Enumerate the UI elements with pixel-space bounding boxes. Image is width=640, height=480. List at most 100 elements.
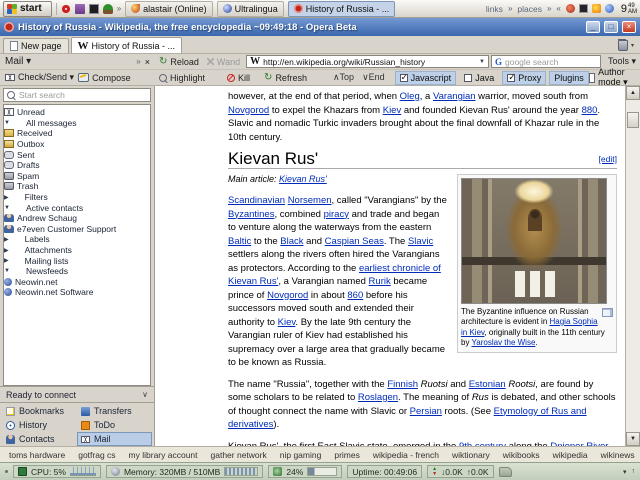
mail-tree-item[interactable]: e7even Customer Support — [4, 224, 150, 235]
mail-tree-item[interactable]: Trash — [4, 181, 150, 192]
address-bar[interactable]: W ▼ — [246, 55, 489, 68]
personal-bar-link[interactable]: gather network — [211, 450, 267, 460]
scroll-down-arrow[interactable]: ▼ — [626, 432, 640, 446]
task-button[interactable]: alastair (Online) — [125, 1, 213, 17]
wiki-link[interactable]: Caspian Seas — [325, 236, 384, 247]
wiki-link[interactable]: Finnish — [387, 379, 418, 390]
panel-button[interactable]: History — [2, 418, 77, 432]
minimize-button[interactable]: _ — [586, 21, 600, 33]
expand-collapse-icon[interactable]: ▶ — [4, 236, 9, 243]
closed-tabs-trash-button[interactable]: ▾ — [615, 40, 637, 53]
mail-tree-item[interactable]: ▼ Newsfeeds — [4, 266, 150, 277]
expand-collapse-icon[interactable]: ▶ — [4, 194, 9, 201]
personal-bar-link[interactable]: primes — [334, 450, 360, 460]
mail-tree-item[interactable]: Drafts — [4, 160, 150, 171]
maximize-button[interactable]: □ — [604, 21, 618, 33]
google-search-input[interactable] — [505, 57, 597, 67]
scrollbar-thumb[interactable] — [627, 112, 639, 128]
wiki-link[interactable]: Estonian — [469, 379, 506, 390]
wiki-link[interactable]: Novgorod — [228, 105, 269, 116]
wiki-link[interactable]: piracy — [324, 209, 349, 220]
mail-tree-item[interactable]: Neowin.net Software — [4, 287, 150, 298]
tab-new-page[interactable]: New page — [3, 38, 69, 53]
book-icon[interactable] — [75, 4, 85, 14]
mail-tree-item[interactable]: ▶ Labels — [4, 234, 150, 245]
preference-toggle[interactable]: Plugins — [549, 71, 589, 85]
chevron-icon[interactable]: » — [547, 4, 551, 13]
mail-search-box[interactable] — [3, 88, 151, 102]
personal-bar-link[interactable]: wikinews — [601, 450, 635, 460]
mail-tree-item[interactable]: ▶ Mailing lists — [4, 255, 150, 266]
personal-bar-link[interactable]: wikipedia — [553, 450, 588, 460]
preference-toggle[interactable]: Java — [459, 71, 499, 85]
personal-bar-link[interactable]: toms hardware — [9, 450, 65, 460]
wiki-link[interactable]: 880 — [582, 105, 598, 116]
panel-close-button[interactable]: × — [145, 57, 150, 67]
mail-tree-item[interactable]: Sent — [4, 149, 150, 160]
mail-status-bar[interactable]: Ready to connect ∨ — [0, 386, 154, 402]
flower-icon[interactable] — [61, 4, 71, 14]
wiki-link[interactable]: Baltic — [228, 236, 251, 247]
wiki-link[interactable]: Scandinavian — [228, 195, 285, 206]
chevron-icon[interactable]: » — [508, 4, 512, 13]
reload-button[interactable]: ↻ Reload — [155, 57, 203, 67]
mail-search-input[interactable] — [19, 90, 147, 100]
wiki-link[interactable]: Novgorod — [267, 290, 308, 301]
wiki-link[interactable]: Roslagen — [358, 392, 398, 403]
highlight-button[interactable]: Highlight — [155, 73, 209, 83]
expand-collapse-icon[interactable]: ▼ — [4, 120, 10, 126]
personal-bar-link[interactable]: wikipedia - french — [373, 450, 439, 460]
expand-collapse-icon[interactable]: ▶ — [4, 257, 9, 264]
mail-tree-item[interactable]: ▼ Active contacts — [4, 202, 150, 213]
task-button[interactable]: History of Russia - ... — [288, 1, 396, 17]
mail-tree-item[interactable]: ▶ Filters — [4, 192, 150, 203]
tools-menu-button[interactable]: Tools ▾ — [604, 56, 640, 67]
task-button[interactable]: Ultralingua — [217, 1, 284, 17]
panel-button[interactable]: Mail — [77, 432, 152, 446]
chevron-down-icon[interactable]: ∨ — [142, 390, 148, 399]
preference-toggle[interactable]: Proxy — [502, 71, 546, 85]
start-button[interactable]: start — [3, 1, 52, 17]
mail-tree-item[interactable]: Received — [4, 128, 150, 139]
panel-button[interactable]: Contacts — [2, 432, 77, 446]
connection-icon[interactable] — [499, 467, 512, 477]
personal-bar-link[interactable]: my library account — [129, 450, 198, 460]
vertical-scrollbar[interactable]: ▲ ▼ — [625, 86, 640, 446]
panel-button[interactable]: Bookmarks — [2, 404, 77, 418]
chevron-icon[interactable]: » — [117, 4, 121, 13]
mail-tree-item[interactable]: Neowin.net — [4, 277, 150, 288]
address-input[interactable] — [263, 57, 476, 67]
expand-collapse-icon[interactable]: ▼ — [4, 205, 10, 211]
wiki-link[interactable]: Persian — [410, 406, 442, 417]
arrow-up-icon[interactable]: ↑ — [632, 468, 636, 475]
wiki-link[interactable]: Slavic — [408, 236, 433, 247]
scroll-up-arrow[interactable]: ▲ — [626, 86, 640, 100]
expand-collapse-icon[interactable]: ▼ — [4, 268, 10, 274]
tray-black-icon[interactable] — [579, 4, 588, 13]
mail-tree-item[interactable]: ▼ All messages — [4, 118, 150, 129]
refresh-button[interactable]: ↻ Refresh — [260, 73, 311, 83]
check-send-button[interactable]: Check/Send ▾ — [5, 72, 74, 83]
expand-collapse-icon[interactable]: ▶ — [4, 247, 9, 254]
enlarge-icon[interactable] — [602, 308, 613, 317]
wiki-link[interactable]: Rurik — [369, 276, 391, 287]
panel-button[interactable]: ToDo — [77, 418, 152, 432]
tree-icon[interactable] — [103, 4, 113, 14]
chevron-down-icon[interactable]: ▾ — [623, 468, 627, 476]
tray-orange-icon[interactable] — [592, 4, 601, 13]
wiki-link[interactable]: Kievan Rus' — [279, 174, 327, 184]
hagia-sophia-kiev-image[interactable] — [461, 178, 607, 304]
panel-button[interactable]: Transfers — [77, 404, 152, 418]
author-mode-button[interactable]: Author mode ▾ — [589, 67, 640, 88]
kill-button[interactable]: Kill — [223, 73, 254, 83]
compose-button[interactable]: Compose — [78, 73, 131, 83]
edit-section-link[interactable]: [edit] — [599, 153, 617, 167]
go-to-top-button[interactable]: ∧Top — [333, 72, 354, 83]
wiki-link[interactable]: Byzantines — [228, 209, 274, 220]
links-toolbar-label[interactable]: links — [486, 4, 503, 14]
tray-blue-icon[interactable] — [605, 4, 614, 13]
wiki-link[interactable]: Kiev — [278, 317, 296, 328]
mail-tree-item[interactable]: Outbox — [4, 139, 150, 150]
wiki-link[interactable]: Oleg — [400, 91, 420, 102]
personal-bar-link[interactable]: gotfrag cs — [78, 450, 115, 460]
